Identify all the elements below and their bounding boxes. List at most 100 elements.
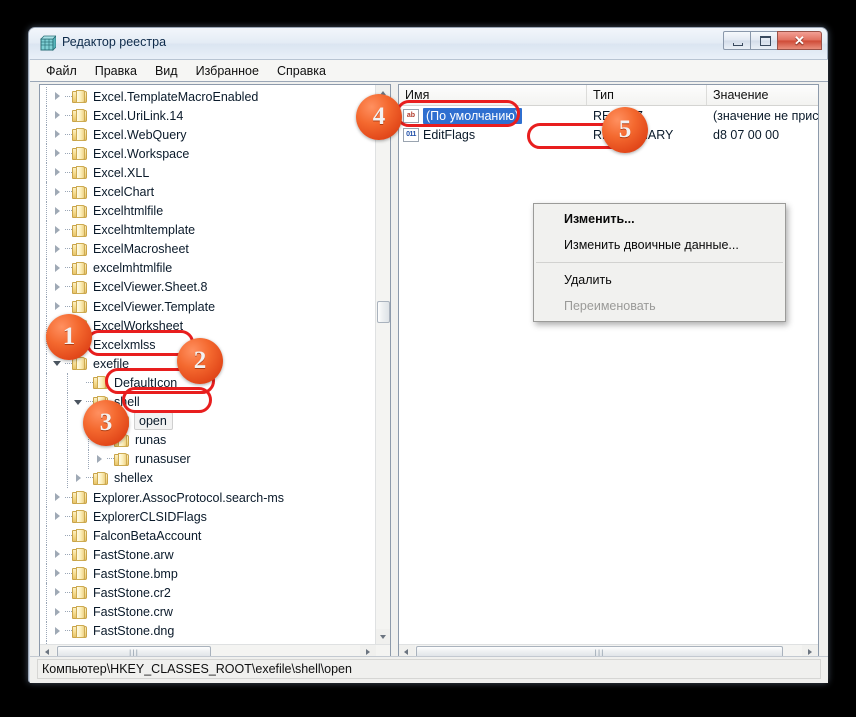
expand-arrow-icon[interactable] [52, 607, 63, 618]
tree-node-label: Excel.TemplateMacroEnabled [93, 89, 259, 104]
tree-node-label: Excel.WebQuery [93, 127, 187, 142]
close-icon: ✕ [794, 33, 805, 48]
expand-arrow-icon[interactable] [52, 301, 63, 312]
menu-item-file[interactable]: Файл [37, 62, 86, 80]
tree-node[interactable]: Excel.XLL [40, 163, 378, 183]
annotation-badge-1: 1 [46, 314, 92, 360]
tree-guide-line [46, 621, 48, 641]
menu-item-favorites[interactable]: Избранное [187, 62, 268, 80]
tree-node[interactable]: FastStone.cr2 [40, 583, 378, 603]
tree-node[interactable]: FastStone.bmp [40, 564, 378, 584]
tree-guide-line [65, 591, 72, 594]
tree-scroll-down-button[interactable] [376, 629, 390, 644]
tree-guide-line [46, 201, 48, 221]
menu-item-edit[interactable]: Правка [86, 62, 146, 80]
collapse-arrow-icon[interactable] [52, 358, 63, 369]
tree-guide-line [46, 144, 48, 164]
expand-arrow-icon[interactable] [52, 492, 63, 503]
tree-guide-line [65, 630, 72, 632]
tree-node-label: Excelhtmltemplate [93, 223, 196, 238]
minimize-button[interactable] [723, 31, 751, 50]
tree-node-label: runas [135, 433, 167, 448]
tree-guide-line [65, 229, 72, 231]
tree-node[interactable]: Excel.UriLink.14 [40, 106, 378, 126]
expand-arrow-icon[interactable] [52, 263, 63, 274]
tree-node[interactable]: Excelhtmltemplate [40, 220, 378, 240]
registry-editor-icon [40, 35, 56, 51]
tree-node[interactable]: Excel.TemplateMacroEnabled [40, 87, 378, 107]
tree-node[interactable]: excelmhtmlfile [40, 258, 378, 278]
context-menu-item-modify[interactable]: Изменить... [534, 206, 785, 232]
tree-node[interactable]: ExplorerCLSIDFlags [40, 507, 378, 527]
tree-node[interactable]: runasuser [40, 449, 378, 469]
value-data-cell: d8 07 00 00 [713, 128, 780, 143]
tree-guide-line [46, 602, 48, 622]
tree-node-label: ExcelChart [93, 185, 155, 200]
expand-arrow-icon[interactable] [52, 511, 63, 522]
tree-node-label: Excel.Workspace [93, 146, 190, 161]
folder-icon [72, 548, 88, 562]
tree-node-label: Excel.XLL [93, 165, 150, 180]
column-header-value[interactable]: Значение [707, 85, 818, 105]
value-context-menu[interactable]: Изменить... Изменить двоичные данные... … [533, 203, 786, 322]
tree-node[interactable]: Excel.Workspace [40, 144, 378, 164]
expand-arrow-icon[interactable] [52, 549, 63, 560]
context-menu-item-modify-binary[interactable]: Изменить двоичные данные... [534, 232, 785, 258]
expand-arrow-icon[interactable] [52, 626, 63, 637]
context-menu-item-delete[interactable]: Удалить [534, 267, 785, 293]
folder-icon [72, 605, 88, 619]
tree-guide-line [65, 95, 72, 98]
expand-arrow-icon[interactable] [52, 587, 63, 598]
expand-arrow-icon[interactable] [52, 91, 63, 102]
tree-node[interactable]: Explorer.AssocProtocol.search-ms [40, 487, 378, 508]
highlight-default-value [396, 100, 520, 127]
maximize-button[interactable] [750, 31, 778, 50]
annotation-badge-3: 3 [83, 400, 129, 446]
tree-node[interactable]: shellex [40, 468, 378, 488]
tree-node[interactable]: FastStone.dng [40, 621, 378, 641]
folder-icon [72, 185, 88, 199]
tree-node-label: Excelhtmlfile [93, 204, 164, 219]
value-name-label: EditFlags [423, 128, 476, 143]
menu-item-help[interactable]: Справка [268, 62, 335, 80]
expand-arrow-icon[interactable] [52, 282, 63, 293]
folder-icon [72, 586, 88, 600]
expand-arrow-icon[interactable] [52, 148, 63, 159]
expand-arrow-icon[interactable] [52, 187, 63, 198]
tree-node-label: shellex [114, 471, 153, 486]
expand-arrow-icon[interactable] [52, 129, 63, 140]
expand-arrow-icon[interactable] [52, 568, 63, 579]
tree-guide-line [46, 373, 48, 393]
tree-guide-line [65, 191, 72, 193]
tree-node[interactable]: FastStone.crw [40, 602, 378, 622]
tree-node-label: ExcelMacrosheet [93, 242, 189, 257]
expand-arrow-icon[interactable] [94, 454, 105, 465]
tree-node[interactable]: Excel.WebQuery [40, 125, 378, 145]
tree-guide-line [46, 583, 48, 603]
tree-node-label: ExcelViewer.Template [93, 299, 216, 314]
tree-node-label: FastStone.dng [93, 624, 175, 639]
expand-arrow-icon[interactable] [52, 206, 63, 217]
expand-arrow-icon[interactable] [52, 167, 63, 178]
tree-vertical-scrollbar[interactable] [375, 85, 390, 644]
column-header-type[interactable]: Тип [587, 85, 707, 105]
close-button[interactable]: ✕ [777, 31, 822, 50]
tree-node[interactable]: ExcelMacrosheet [40, 239, 378, 259]
tree-guide-line [107, 458, 114, 460]
expand-arrow-icon[interactable] [52, 244, 63, 255]
tree-node[interactable]: FalconBetaAccount [40, 526, 378, 546]
folder-icon [72, 510, 88, 524]
annotation-badge-5: 5 [602, 107, 648, 153]
expand-arrow-icon[interactable] [73, 473, 84, 484]
tree-node[interactable]: Excelhtmlfile [40, 201, 378, 221]
tree-node[interactable]: FastStone.arw [40, 545, 378, 565]
tree-guide-line [65, 611, 72, 613]
expand-arrow-icon[interactable] [52, 110, 63, 121]
tree-node[interactable]: ExcelViewer.Sheet.8 [40, 277, 378, 298]
annotation-badge-4: 4 [356, 94, 402, 140]
tree-node[interactable]: ExcelChart [40, 182, 378, 202]
tree-vertical-scroll-thumb[interactable] [377, 301, 390, 323]
menu-item-view[interactable]: Вид [146, 62, 187, 80]
registry-values-pane[interactable]: Имя Тип Значение ab(По умолчанию)REG_SZ(… [398, 84, 819, 661]
expand-arrow-icon[interactable] [52, 225, 63, 236]
